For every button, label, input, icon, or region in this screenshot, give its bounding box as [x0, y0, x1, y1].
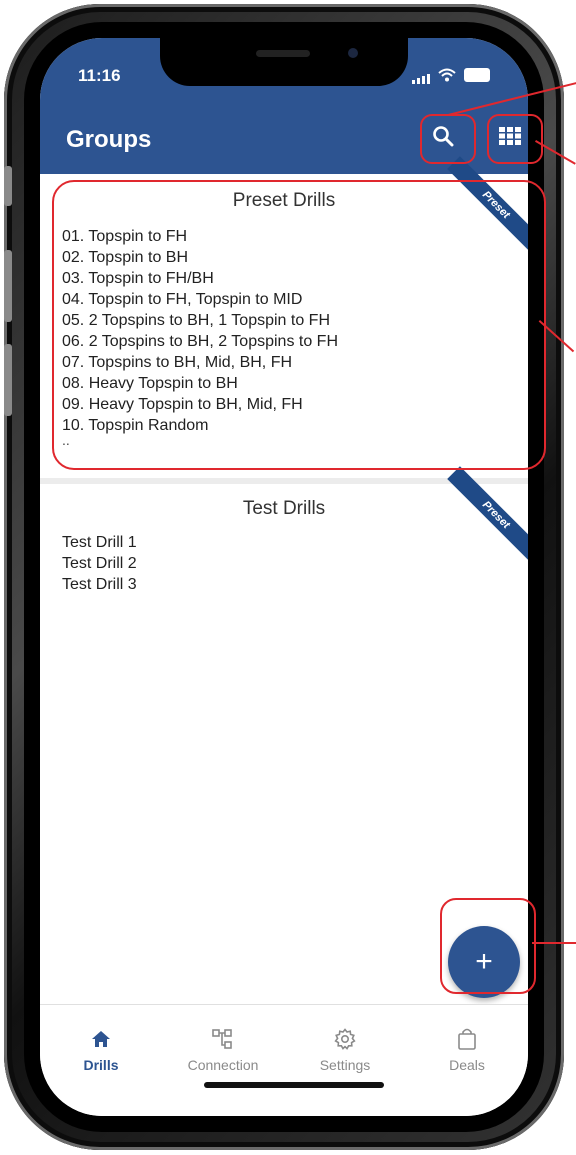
- drill-item: Test Drill 2: [62, 555, 137, 572]
- more-indicator: ..: [62, 432, 70, 448]
- group-card-test-drills[interactable]: Test Drills Test Drill 1 Test Drill 2 Te…: [40, 466, 528, 1004]
- search-button[interactable]: [418, 114, 468, 158]
- wifi-icon: [438, 68, 456, 82]
- drill-item: 10. Topspin Random: [62, 417, 209, 434]
- nav-label: Deals: [449, 1057, 485, 1073]
- nav-item-deals[interactable]: Deals: [406, 1005, 528, 1116]
- drill-item: 09. Heavy Topspin to BH, Mid, FH: [62, 396, 303, 413]
- volume-up-button: [4, 250, 12, 322]
- home-icon: [89, 1027, 113, 1051]
- add-group-button[interactable]: +: [448, 926, 520, 998]
- app-bar: 11:16 Groups: [40, 38, 528, 174]
- status-time: 11:16: [78, 66, 121, 85]
- network-icon: [211, 1027, 235, 1051]
- nav-label: Drills: [83, 1057, 119, 1073]
- gear-icon: [333, 1027, 357, 1051]
- mute-switch: [4, 166, 12, 206]
- drill-list: 01. Topspin to FH 02. Topspin to BH 03. …: [62, 226, 338, 436]
- drill-item: 02. Topspin to BH: [62, 249, 189, 266]
- drill-item: 05. 2 Topspins to BH, 1 Topspin to FH: [62, 312, 331, 329]
- grid-view-button[interactable]: [485, 114, 528, 158]
- nav-item-settings[interactable]: Settings: [284, 1005, 406, 1116]
- grid-view-icon: [499, 127, 521, 145]
- status-icons: [412, 66, 490, 84]
- battery-icon: [464, 68, 490, 82]
- front-camera: [348, 48, 358, 58]
- drill-item: Test Drill 3: [62, 576, 137, 593]
- home-indicator: [204, 1082, 384, 1088]
- bottom-navigation: Drills Connection Settings Deals: [40, 1004, 528, 1116]
- screen: 11:16 Groups Preset Drills 01. Topspin t…: [40, 38, 528, 1116]
- drill-item: 01. Topspin to FH: [62, 228, 188, 245]
- drill-item: 06. 2 Topspins to BH, 2 Topspins to FH: [62, 333, 339, 350]
- drill-item: 03. Topspin to FH/BH: [62, 270, 214, 287]
- signal-icon: [412, 66, 430, 84]
- volume-down-button: [4, 344, 12, 416]
- drill-item: 04. Topspin to FH, Topspin to MID: [62, 291, 303, 308]
- nav-item-drills[interactable]: Drills: [40, 1005, 162, 1116]
- shopping-bag-icon: [455, 1027, 479, 1051]
- drill-item: 07. Topspins to BH, Mid, BH, FH: [62, 354, 293, 371]
- drill-item: Test Drill 1: [62, 534, 137, 551]
- nav-label: Settings: [319, 1057, 371, 1073]
- group-title: Test Drills: [242, 498, 326, 519]
- nav-label: Connection: [187, 1057, 259, 1073]
- search-icon: [433, 126, 454, 147]
- drill-list: Test Drill 1 Test Drill 2 Test Drill 3: [62, 532, 137, 595]
- speaker: [256, 50, 310, 57]
- group-title: Preset Drills: [232, 190, 336, 211]
- annotation-line: [532, 942, 576, 944]
- nav-item-connection[interactable]: Connection: [162, 1005, 284, 1116]
- plus-icon: +: [475, 945, 493, 978]
- drill-item: 08. Heavy Topspin to BH: [62, 375, 238, 392]
- group-card-preset-drills[interactable]: Preset Drills 01. Topspin to FH 02. Tops…: [40, 156, 528, 478]
- notch: [160, 38, 408, 86]
- page-title: Groups: [66, 126, 152, 153]
